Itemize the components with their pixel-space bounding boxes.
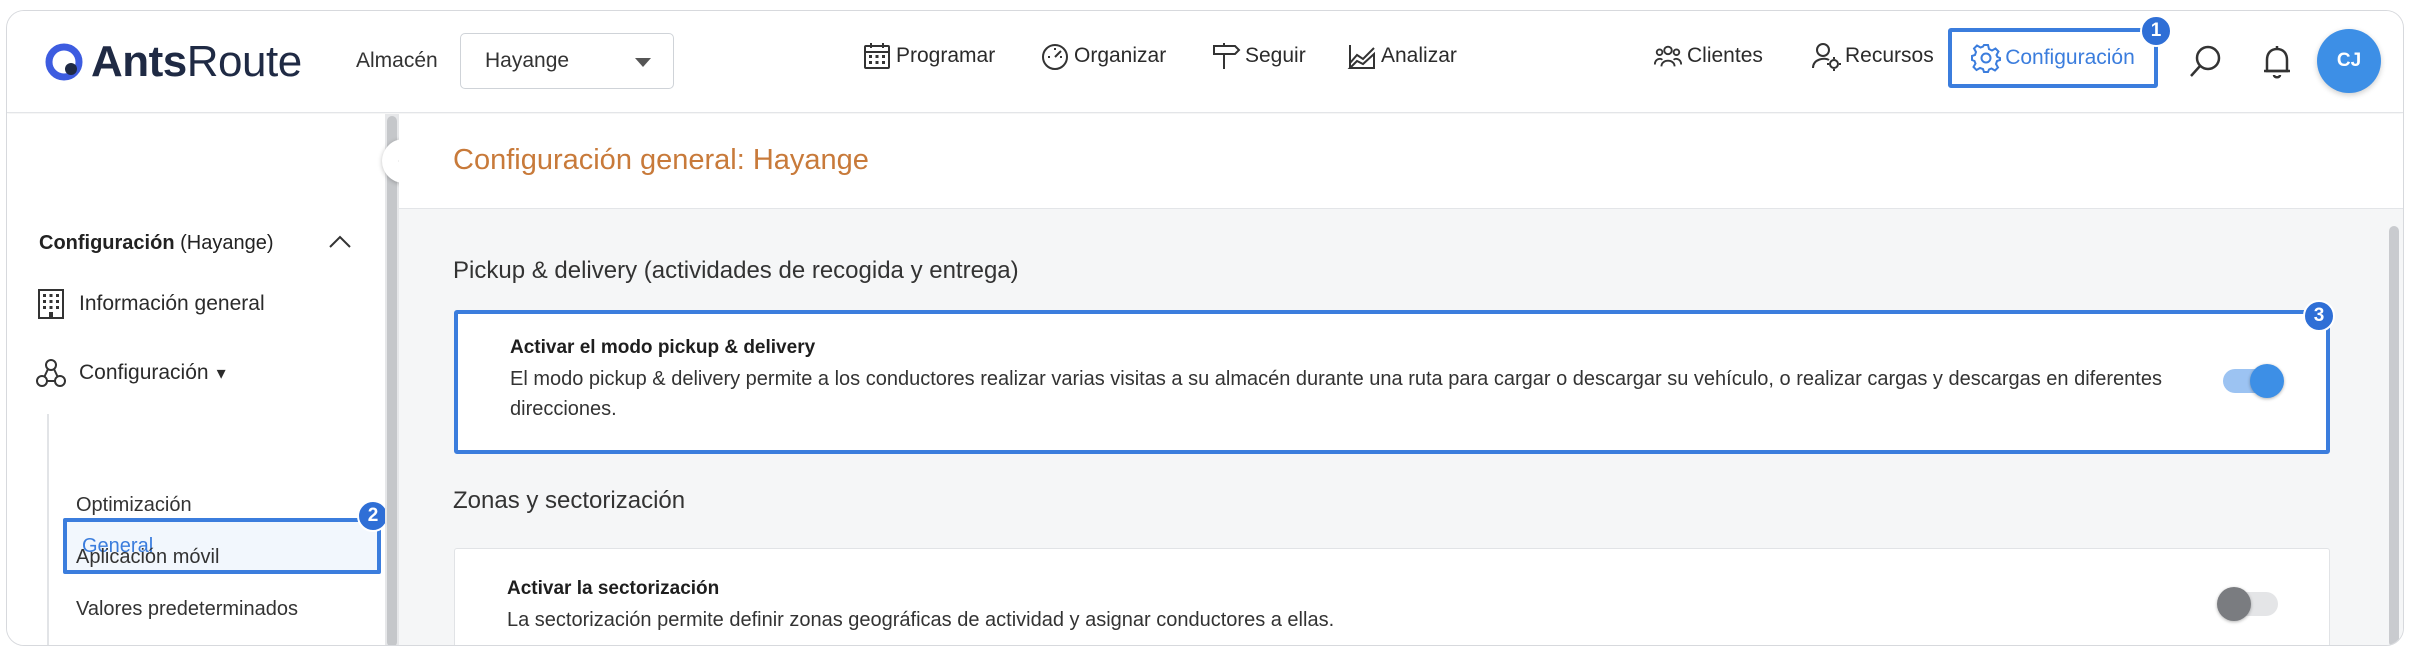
sidebar-subitem-label: Valores predeterminados — [76, 598, 298, 620]
almacen-select-value: Hayange — [485, 49, 570, 72]
main-scrollbar[interactable] — [2389, 226, 2399, 645]
gauge-icon — [1042, 44, 1068, 70]
nav-seguir[interactable]: Seguir — [1211, 41, 1306, 71]
app-window: AntsRoute Almacén Hayange Programar Orga… — [6, 10, 2404, 646]
search-icon[interactable] — [2187, 43, 2225, 81]
logo-text: AntsRoute — [91, 37, 302, 86]
pickup-delivery-toggle[interactable] — [2223, 364, 2284, 398]
gear-icon — [1971, 44, 2002, 73]
setting-card-pickup-delivery: Activar el modo pickup & delivery El mod… — [454, 310, 2330, 454]
setting-description: El modo pickup & delivery permite a los … — [510, 368, 2162, 420]
section-title-pickup-delivery: Pickup & delivery (actividades de recogi… — [453, 257, 1019, 284]
sidebar: Configuración (Hayange) Información gene… — [7, 114, 399, 645]
sectorizacion-toggle[interactable] — [2217, 587, 2278, 621]
step-badge-1: 1 — [2140, 15, 2172, 47]
sidebar-subitem-aplicacion-movil[interactable]: Aplicación móvil — [76, 546, 219, 569]
sidebar-subitem-optimizacion[interactable]: Optimización — [76, 494, 192, 517]
user-gear-icon — [1812, 43, 1841, 71]
caret-down-icon: ▾ — [216, 362, 226, 383]
almacen-label: Almacén — [356, 49, 438, 72]
main-content: Configuración general: Hayange Pickup & … — [399, 114, 2403, 645]
sidebar-subitem-valores-predeterminados[interactable]: Valores predeterminados — [76, 598, 298, 621]
calendar-icon — [864, 43, 890, 69]
nav-organizar-label: Organizar — [1074, 44, 1167, 67]
users-icon — [1653, 45, 1683, 67]
nav-analizar[interactable]: Analizar — [1347, 41, 1457, 71]
nav-clientes-label: Clientes — [1687, 44, 1763, 67]
nav-configuracion-label: Configuración — [2005, 46, 2135, 69]
nav-organizar[interactable]: Organizar — [1040, 41, 1166, 71]
sidebar-scrollbar[interactable] — [387, 116, 397, 645]
sidebar-item-label: Configuración — [79, 361, 209, 384]
top-navigation-bar: AntsRoute Almacén Hayange Programar Orga… — [7, 11, 2403, 113]
nav-clientes[interactable]: Clientes — [1653, 41, 1763, 71]
antsroute-logo[interactable]: AntsRoute — [43, 37, 302, 87]
signpost-icon — [1213, 43, 1241, 69]
chevron-up-icon[interactable] — [327, 232, 353, 252]
bell-icon[interactable] — [2258, 43, 2296, 81]
toggle-knob — [2217, 587, 2251, 621]
chart-icon — [1347, 45, 1375, 69]
nav-recursos-label: Recursos — [1845, 44, 1934, 67]
submenu-guide-line — [47, 414, 49, 645]
nav-configuracion[interactable]: Configuración — [1948, 28, 2158, 88]
sidebar-subitem-label: Aplicación móvil — [76, 546, 220, 568]
setting-title: Activar el modo pickup & delivery — [510, 337, 816, 358]
nav-analizar-label: Analizar — [1381, 44, 1457, 67]
page-header: Configuración general: Hayange — [399, 114, 2403, 209]
toggle-knob — [2250, 364, 2284, 398]
page-title: Configuración general: Hayange — [453, 144, 869, 176]
section-title-zonas: Zonas y sectorización — [453, 487, 686, 514]
nav-recursos[interactable]: Recursos — [1811, 41, 1934, 71]
user-avatar[interactable]: CJ — [2317, 29, 2381, 93]
nav-programar[interactable]: Programar — [862, 41, 995, 71]
logo-mark-icon — [45, 43, 83, 81]
sidebar-item-configuracion[interactable]: Configuración ▾ — [35, 357, 226, 389]
sidebar-subitem-label: Optimización — [76, 494, 192, 516]
nav-seguir-label: Seguir — [1245, 44, 1306, 67]
dropdown-caret-icon — [635, 58, 651, 67]
setting-description: La sectorización permite definir zonas g… — [507, 609, 1335, 631]
sidebar-item-label: Información general — [79, 292, 265, 315]
nodes-icon — [36, 359, 66, 387]
setting-title: Activar la sectorización — [507, 578, 720, 599]
sidebar-title: Configuración (Hayange) — [39, 232, 274, 254]
sidebar-item-informacion-general[interactable]: Información general — [35, 288, 265, 320]
almacen-select[interactable]: Hayange — [460, 33, 674, 89]
building-icon — [38, 289, 64, 319]
nav-programar-label: Programar — [896, 44, 996, 67]
setting-card-sectorizacion: Activar la sectorización La sectorizació… — [454, 548, 2330, 645]
step-badge-3: 3 — [2303, 300, 2335, 332]
